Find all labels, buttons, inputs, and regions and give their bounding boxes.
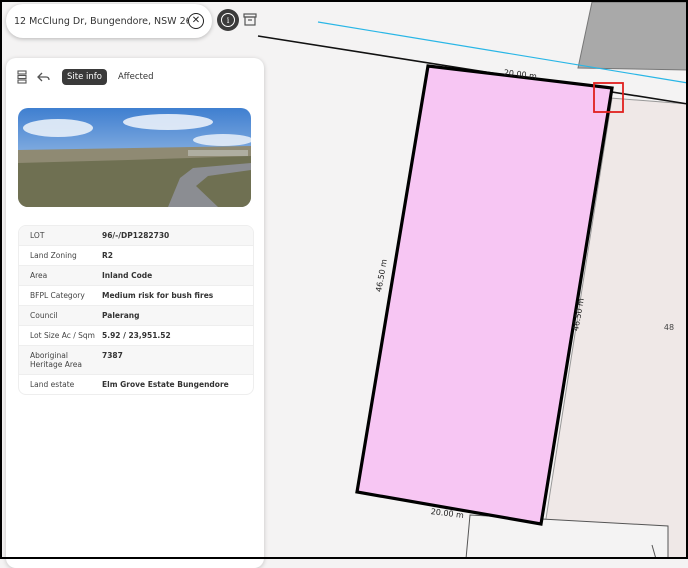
table-row: Council Palerang	[19, 305, 253, 325]
table-row: BFPL Category Medium risk for bush fires	[19, 285, 253, 305]
table-row: Land estate Elm Grove Estate Bungendore	[19, 374, 253, 394]
info-button[interactable]: i	[217, 9, 239, 31]
site-photo	[18, 108, 251, 207]
back-arrow-icon[interactable]	[36, 70, 50, 84]
site-info-panel: Site info Affected LOT 96/-/DP1282730 Lan…	[6, 58, 264, 568]
search-address-text[interactable]: 12 McClung Dr, Bungendore, NSW 2621, A..…	[14, 16, 188, 27]
table-row: Aboriginal Heritage Area 7387	[19, 345, 253, 374]
table-row: LOT 96/-/DP1282730	[19, 226, 253, 245]
info-icon: i	[221, 13, 235, 27]
neighbour-lot-grey	[577, 1, 688, 71]
table-row: Area Inland Code	[19, 265, 253, 285]
table-row: Land Zoning R2	[19, 245, 253, 265]
tab-affected[interactable]: Affected	[113, 69, 159, 85]
site-details-table: LOT 96/-/DP1282730 Land Zoning R2 Area Inla…	[18, 225, 254, 395]
layers-icon[interactable]	[16, 70, 30, 84]
address-search-bar[interactable]: 12 McClung Dr, Bungendore, NSW 2621, A..…	[6, 4, 212, 38]
clear-search-icon[interactable]: ✕	[188, 13, 204, 29]
table-row: Lot Size Ac / Sqm 5.92 / 23,951.52	[19, 325, 253, 345]
tab-site-info[interactable]: Site info	[62, 69, 107, 85]
archive-box-icon[interactable]	[243, 12, 257, 26]
neighbour-lot-number: 48	[664, 323, 674, 332]
panel-toolbar: Site info Affected	[16, 67, 159, 87]
